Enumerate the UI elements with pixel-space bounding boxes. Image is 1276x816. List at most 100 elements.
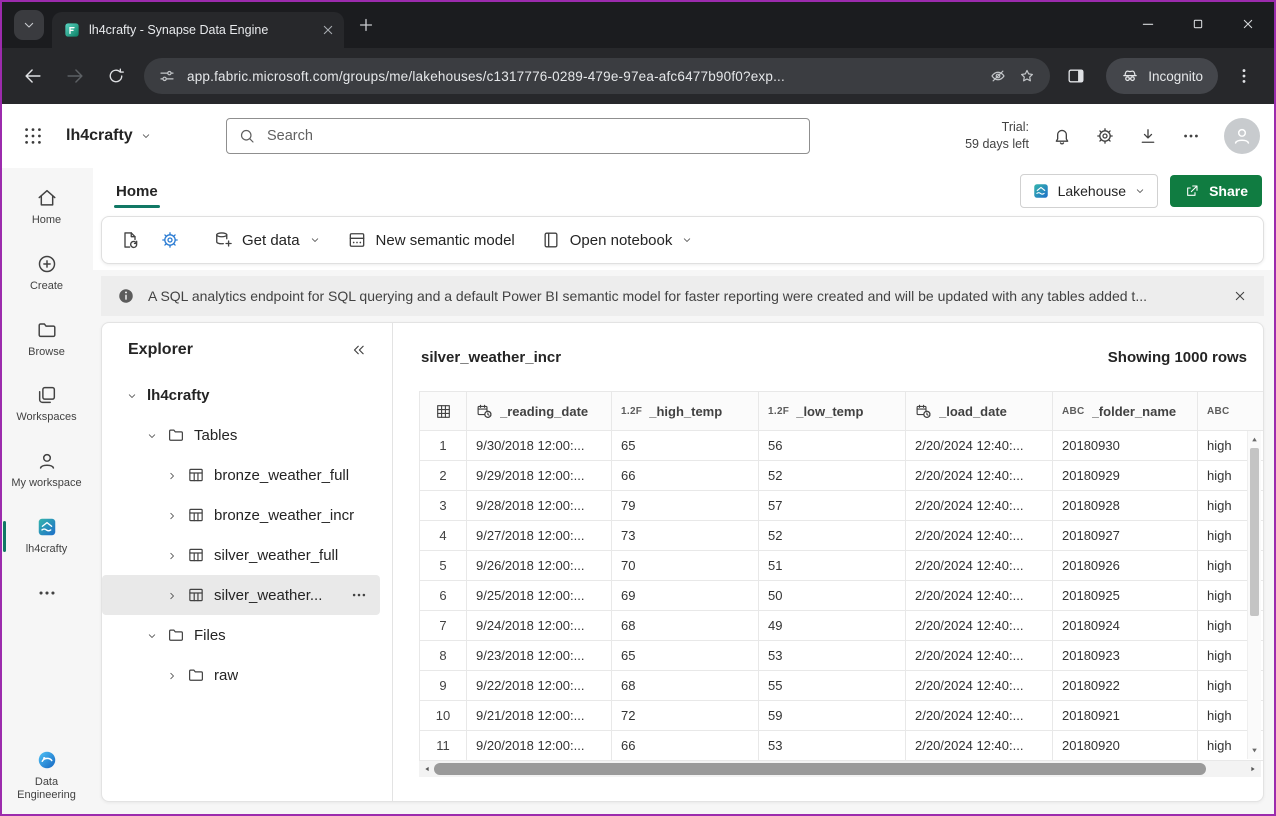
table-cell[interactable]: 73 — [612, 521, 759, 551]
table-cell[interactable]: 2/20/2024 12:40:... — [906, 641, 1053, 671]
settings-button[interactable] — [1095, 126, 1115, 146]
table-cell[interactable]: 2/20/2024 12:40:... — [906, 731, 1053, 761]
table-cell[interactable]: 68 — [612, 671, 759, 701]
nav-rail-item-more[interactable] — [0, 579, 93, 607]
waffle-menu-button[interactable] — [22, 125, 44, 147]
refresh-semantic-model-button[interactable] — [112, 222, 148, 258]
nav-rail-item-my-workspace[interactable]: My workspace — [0, 447, 93, 494]
column-header-low-temp[interactable]: 1.2F_low_temp — [759, 391, 906, 431]
account-avatar[interactable] — [1224, 118, 1260, 154]
table-cell[interactable]: 51 — [759, 551, 906, 581]
tree-item-bronze-weather-incr[interactable]: bronze_weather_incr — [102, 495, 384, 535]
table-cell[interactable]: 57 — [759, 491, 906, 521]
nav-rail-item-browse[interactable]: Browse — [0, 316, 93, 363]
table-cell[interactable]: 52 — [759, 521, 906, 551]
get-data-button[interactable]: Get data — [200, 222, 334, 258]
nav-rail-item-data-engineering[interactable]: Data Engineering — [0, 746, 93, 807]
table-row[interactable]: 59/26/2018 12:00:...70512/20/2024 12:40:… — [419, 551, 1263, 581]
table-cell[interactable]: 20180923 — [1053, 641, 1198, 671]
scroll-left-icon[interactable] — [422, 764, 432, 774]
chevron-right-icon[interactable] — [166, 589, 178, 601]
new-semantic-model-button[interactable]: New semantic model — [334, 222, 528, 258]
column-header-load-date[interactable]: _load_date — [906, 391, 1053, 431]
table-cell[interactable]: 9/20/2018 12:00:... — [467, 731, 612, 761]
table-cell[interactable]: 2/20/2024 12:40:... — [906, 431, 1053, 461]
table-row[interactable]: 49/27/2018 12:00:...73522/20/2024 12:40:… — [419, 521, 1263, 551]
browser-tab[interactable]: lh4crafty - Synapse Data Engine — [52, 12, 344, 48]
chevron-down-icon[interactable] — [146, 629, 158, 641]
table-cell[interactable]: 59 — [759, 701, 906, 731]
open-notebook-button[interactable]: Open notebook — [528, 222, 707, 258]
horizontal-scroll-thumb[interactable] — [434, 763, 1206, 775]
table-cell[interactable]: 9/22/2018 12:00:... — [467, 671, 612, 701]
table-row[interactable]: 119/20/2018 12:00:...66532/20/2024 12:40… — [419, 731, 1263, 761]
site-settings-icon[interactable] — [158, 67, 176, 85]
column-header-high-temp[interactable]: 1.2F_high_temp — [612, 391, 759, 431]
reload-button[interactable] — [106, 66, 126, 86]
table-cell[interactable]: 2/20/2024 12:40:... — [906, 461, 1053, 491]
table-cell[interactable]: 9/23/2018 12:00:... — [467, 641, 612, 671]
bookmark-star-icon[interactable] — [1018, 67, 1036, 85]
table-row[interactable]: 69/25/2018 12:00:...69502/20/2024 12:40:… — [419, 581, 1263, 611]
global-search[interactable] — [226, 118, 810, 154]
table-cell[interactable]: 49 — [759, 611, 906, 641]
column-header-reading-date[interactable]: _reading_date — [467, 391, 612, 431]
table-row[interactable]: 79/24/2018 12:00:...68492/20/2024 12:40:… — [419, 611, 1263, 641]
side-panel-button[interactable] — [1066, 66, 1086, 86]
table-cell[interactable]: 20180927 — [1053, 521, 1198, 551]
table-row[interactable]: 19/30/2018 12:00:...65562/20/2024 12:40:… — [419, 431, 1263, 461]
chevron-down-icon[interactable] — [146, 429, 158, 441]
back-button[interactable] — [22, 65, 44, 87]
table-cell[interactable]: 20180921 — [1053, 701, 1198, 731]
url-text[interactable]: app.fabric.microsoft.com/groups/me/lakeh… — [187, 69, 978, 84]
table-cell[interactable]: 9/21/2018 12:00:... — [467, 701, 612, 731]
tab-search-button[interactable] — [14, 10, 44, 40]
share-button[interactable]: Share — [1170, 175, 1262, 207]
table-cell[interactable]: 9/25/2018 12:00:... — [467, 581, 612, 611]
notifications-button[interactable] — [1052, 126, 1072, 146]
tree-item-bronze-weather-full[interactable]: bronze_weather_full — [102, 455, 384, 495]
address-bar[interactable]: app.fabric.microsoft.com/groups/me/lakeh… — [144, 58, 1050, 94]
nav-rail-item-workspaces[interactable]: Workspaces — [0, 381, 93, 428]
vertical-scroll-thumb[interactable] — [1250, 448, 1259, 616]
table-cell[interactable]: 9/26/2018 12:00:... — [467, 551, 612, 581]
scroll-right-icon[interactable] — [1248, 764, 1258, 774]
chevron-right-icon[interactable] — [166, 469, 178, 481]
nav-rail-item-home[interactable]: Home — [0, 184, 93, 231]
table-cell[interactable]: 20180928 — [1053, 491, 1198, 521]
chevron-right-icon[interactable] — [166, 669, 178, 681]
scroll-down-icon[interactable] — [1249, 745, 1260, 756]
table-cell[interactable]: 66 — [612, 731, 759, 761]
chevron-down-icon[interactable] — [126, 389, 138, 401]
table-cell[interactable]: 69 — [612, 581, 759, 611]
table-cell[interactable]: 55 — [759, 671, 906, 701]
window-close-button[interactable] — [1240, 16, 1256, 32]
tree-item-silver-weather[interactable]: silver_weather... — [102, 575, 380, 615]
table-cell[interactable]: 9/30/2018 12:00:... — [467, 431, 612, 461]
table-cell[interactable]: 2/20/2024 12:40:... — [906, 701, 1053, 731]
table-cell[interactable]: 20180930 — [1053, 431, 1198, 461]
table-cell[interactable]: 2/20/2024 12:40:... — [906, 671, 1053, 701]
scroll-up-icon[interactable] — [1249, 434, 1260, 445]
table-row[interactable]: 99/22/2018 12:00:...68552/20/2024 12:40:… — [419, 671, 1263, 701]
table-cell[interactable]: 9/29/2018 12:00:... — [467, 461, 612, 491]
nav-rail-item-lh4crafty[interactable]: lh4crafty — [0, 513, 93, 560]
eye-off-icon[interactable] — [989, 67, 1007, 85]
tree-item-tables[interactable]: Tables — [102, 415, 384, 455]
table-cell[interactable]: 53 — [759, 731, 906, 761]
item-type-dropdown[interactable]: Lakehouse — [1020, 174, 1159, 208]
workspace-switcher[interactable]: lh4crafty — [66, 127, 152, 145]
column-header[interactable]: ABC — [1198, 391, 1263, 431]
table-cell[interactable]: 52 — [759, 461, 906, 491]
table-cell[interactable]: 20180924 — [1053, 611, 1198, 641]
table-cell[interactable]: 53 — [759, 641, 906, 671]
downloads-button[interactable] — [1138, 126, 1158, 146]
more-options-button[interactable] — [1181, 126, 1201, 146]
table-row[interactable]: 29/29/2018 12:00:...66522/20/2024 12:40:… — [419, 461, 1263, 491]
table-cell[interactable]: 72 — [612, 701, 759, 731]
table-cell[interactable]: 66 — [612, 461, 759, 491]
table-cell[interactable]: 50 — [759, 581, 906, 611]
new-tab-button[interactable] — [356, 15, 376, 35]
table-cell[interactable]: 56 — [759, 431, 906, 461]
collapse-panel-icon[interactable] — [350, 341, 368, 359]
